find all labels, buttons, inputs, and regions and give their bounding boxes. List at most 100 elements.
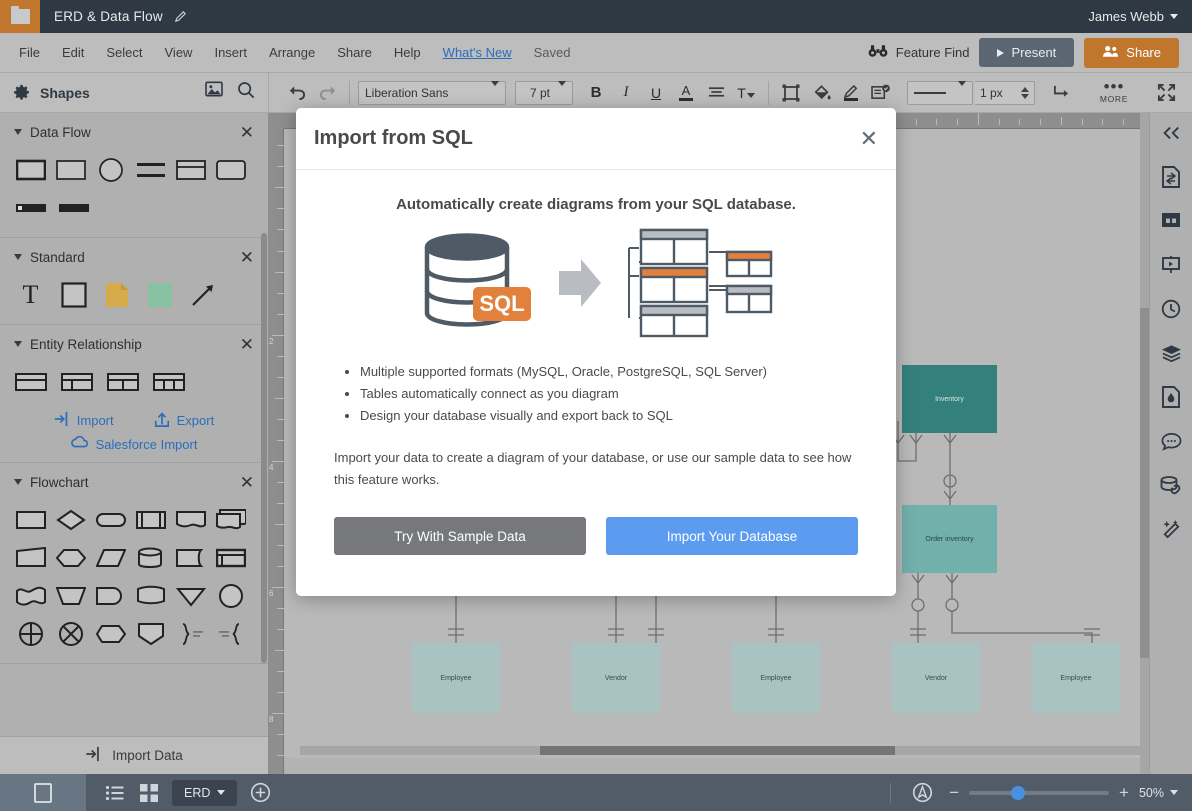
menu-item-arrange[interactable]: Arrange [258,33,326,73]
shape-fc-hexagon[interactable] [54,543,87,573]
shape-dataflow-openstore-2[interactable] [54,193,94,223]
zoom-slider-handle[interactable] [1011,786,1025,800]
zoom-in-button[interactable]: + [1119,784,1129,801]
shape-fc-multidocument[interactable] [214,505,247,535]
shape-dataflow-datastore[interactable] [134,155,167,185]
shape-erd-table-split[interactable] [106,367,139,397]
shape-dataflow-process[interactable] [14,155,47,185]
shape-fc-tape[interactable] [174,543,207,573]
erd-node-employee-1[interactable]: Employee [412,643,500,713]
scrollbar-thumb[interactable] [540,746,895,755]
menu-item-file[interactable]: File [8,33,51,73]
erd-node-inventory[interactable]: Inventory [902,365,997,433]
canvas-horizontal-scrollbar[interactable] [300,746,1148,755]
shape-square[interactable] [57,280,90,310]
shape-fc-trapezoid-right[interactable] [14,543,47,573]
shape-fc-parallelogram[interactable] [94,543,127,573]
font-color-button[interactable]: A [672,79,700,107]
erd-node-employee-3[interactable]: Employee [1032,643,1120,713]
more-button[interactable]: ••• MORE [1093,75,1135,111]
try-with-sample-data-button[interactable]: Try With Sample Data [334,517,586,555]
undo-icon[interactable] [283,79,311,107]
shape-fc-cylinder[interactable] [134,543,167,573]
menu-item-view[interactable]: View [154,33,204,73]
erd-node-vendor-1[interactable]: Vendor [572,643,660,713]
shape-fc-diamond[interactable] [54,505,87,535]
redo-icon[interactable] [313,79,341,107]
shape-fc-stadium[interactable] [94,505,127,535]
zoom-out-button[interactable]: − [949,784,959,801]
zoom-level-selector[interactable]: 50% [1139,786,1178,800]
close-icon[interactable]: ✕ [240,336,254,353]
menu-item-share[interactable]: Share [326,33,383,73]
presentation-icon[interactable] [1157,251,1185,279]
shape-erd-table-2col[interactable] [60,367,93,397]
document-properties-icon[interactable] [1157,163,1185,191]
fill-bucket-icon[interactable] [807,79,835,107]
feature-find-button[interactable]: Feature Find [868,44,970,61]
pen-icon[interactable] [837,79,865,107]
import-your-database-button[interactable]: Import Your Database [606,517,858,555]
page-icon[interactable] [0,774,86,811]
data-linking-icon[interactable] [1157,471,1185,499]
notes-icon[interactable] [1157,207,1185,235]
menu-item-help[interactable]: Help [383,33,432,73]
erd-node-employee-2[interactable]: Employee [732,643,820,713]
shapes-panel-scrollbar[interactable] [261,233,267,663]
menu-item-whats-new[interactable]: What's New [432,33,523,73]
shape-note[interactable] [100,280,133,310]
shape-fc-shield[interactable] [134,619,167,649]
shape-fc-trapezoid[interactable] [54,581,87,611]
shape-fc-delay[interactable] [94,581,127,611]
shape-fc-rectangle[interactable] [14,505,47,535]
import-data-button[interactable]: Import Data [0,736,268,774]
shape-group-header[interactable]: Data Flow ✕ [0,113,268,151]
shape-fc-or[interactable] [54,619,87,649]
font-family-select[interactable]: Liberation Sans [358,81,506,105]
connector-icon[interactable] [1047,79,1075,107]
search-icon[interactable] [237,81,255,104]
shape-dataflow-openstore[interactable] [14,193,47,223]
erd-node-vendor-2[interactable]: Vendor [892,643,980,713]
folder-icon[interactable] [0,0,40,33]
layers-icon[interactable] [1157,339,1185,367]
theme-icon[interactable] [1157,383,1185,411]
shape-fc-pentagon[interactable] [94,619,127,649]
shape-dataflow-rect[interactable] [54,155,87,185]
add-page-icon[interactable] [243,774,277,811]
list-view-icon[interactable] [98,774,132,811]
shape-fc-brace-left[interactable] [214,619,247,649]
shape-fc-document[interactable] [174,505,207,535]
gear-icon[interactable] [13,84,30,101]
grid-view-icon[interactable] [132,774,166,811]
erd-import-link[interactable]: Import [54,411,114,430]
line-style-select[interactable] [907,81,973,105]
shape-fc-brace-right[interactable] [174,619,207,649]
shape-fc-circle[interactable] [214,581,247,611]
text-options-icon[interactable]: T [732,79,760,107]
history-icon[interactable] [1157,295,1185,323]
shape-fc-card[interactable] [134,581,167,611]
shape-dataflow-entity[interactable] [174,155,207,185]
fullscreen-icon[interactable] [1152,79,1180,107]
collapse-panel-icon[interactable] [1157,119,1185,147]
shape-fc-wave[interactable] [14,581,47,611]
layer-selector[interactable]: ERD [172,780,237,806]
shape-arrow[interactable] [186,280,219,310]
close-icon[interactable]: ✕ [240,249,254,266]
close-icon[interactable]: ✕ [240,474,254,491]
user-menu[interactable]: James Webb [1088,9,1178,24]
line-width-stepper[interactable]: 1 px [975,81,1035,105]
italic-button[interactable]: I [612,79,640,107]
magic-wand-icon[interactable] [1157,515,1185,543]
pointer-mode-icon[interactable] [905,774,939,811]
shape-fc-internal[interactable] [214,543,247,573]
present-button[interactable]: Present [979,38,1074,67]
font-size-select[interactable]: 7 pt [515,81,573,105]
share-button[interactable]: Share [1084,38,1179,68]
shape-options-icon[interactable] [867,79,895,107]
underline-button[interactable]: U [642,79,670,107]
shape-dataflow-circle[interactable] [94,155,127,185]
image-icon[interactable] [205,81,223,104]
canvas-vertical-scrollbar[interactable] [1140,113,1149,774]
